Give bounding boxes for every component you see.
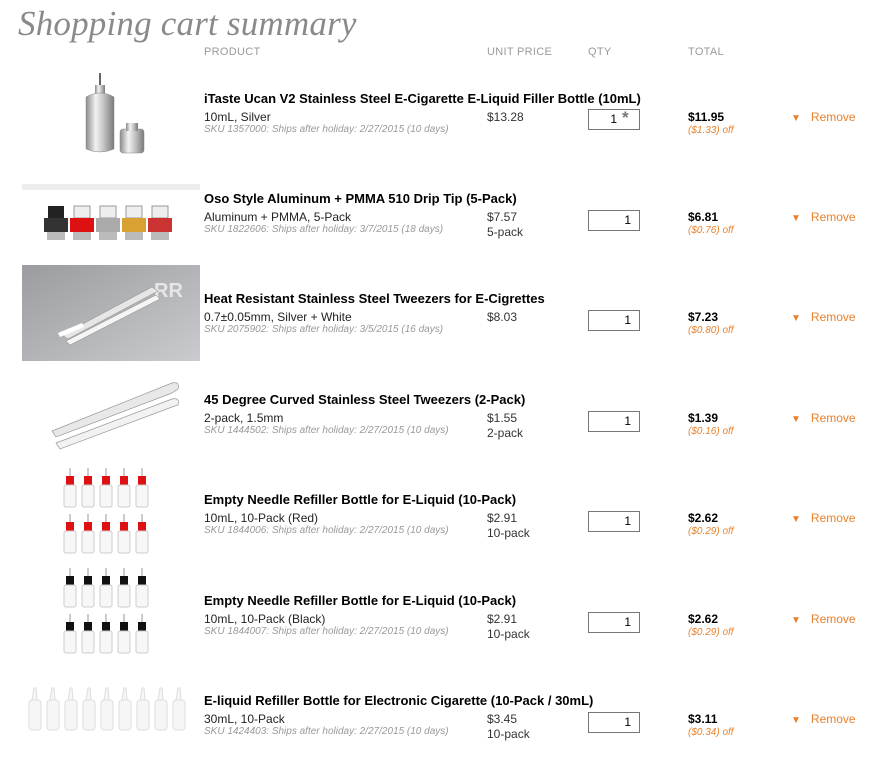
cart-item-row: iTaste Ucan V2 Stainless Steel E-Cigaret… [0, 64, 875, 164]
product-title[interactable]: Empty Needle Refiller Bottle for E-Liqui… [204, 593, 516, 608]
remove-button[interactable]: ▼ Remove [791, 511, 856, 525]
product-variant: 10mL, Silver [204, 110, 271, 124]
product-title[interactable]: Empty Needle Refiller Bottle for E-Liqui… [204, 492, 516, 507]
remove-button[interactable]: ▼ Remove [791, 310, 856, 324]
product-title[interactable]: Heat Resistant Stainless Steel Tweezers … [204, 291, 545, 306]
pack-size: 10-pack [487, 727, 530, 741]
quantity-input[interactable]: 1 [588, 310, 640, 331]
unit-price: $1.55 [487, 411, 518, 425]
unit-price: $2.91 [487, 511, 518, 525]
discount-amount: ($0.29) off [688, 526, 734, 537]
product-sku: SKU 1844006: Ships after holiday: 2/27/2… [204, 525, 449, 536]
product-image[interactable] [22, 686, 200, 758]
remove-button[interactable]: ▼ Remove [791, 712, 856, 726]
column-header-unit-price: UNIT PRICE [487, 46, 553, 58]
product-image[interactable] [22, 566, 200, 662]
product-image[interactable] [22, 369, 200, 465]
triangle-down-icon: ▼ [791, 113, 801, 124]
line-total: $2.62 [688, 511, 719, 525]
product-image[interactable] [22, 466, 200, 562]
remove-label: Remove [810, 310, 856, 324]
remove-label: Remove [810, 110, 856, 124]
pack-size: 2-pack [487, 426, 524, 440]
remove-label: Remove [810, 411, 856, 425]
remove-label: Remove [810, 612, 856, 626]
product-sku: SKU 1844007: Ships after holiday: 2/27/2… [204, 626, 449, 637]
product-image[interactable] [22, 168, 200, 264]
triangle-down-icon: ▼ [791, 414, 801, 425]
triangle-down-icon: ▼ [791, 313, 801, 324]
unit-price: $2.91 [487, 612, 518, 626]
asterisk-icon: * [622, 108, 629, 127]
triangle-down-icon: ▼ [791, 715, 801, 726]
discount-amount: ($0.76) off [688, 225, 734, 236]
unit-price: $13.28 [487, 110, 524, 124]
product-sku: SKU 1424403: Ships after holiday: 2/27/2… [204, 726, 449, 737]
page-title: Shopping cart summary [18, 4, 357, 43]
line-total: $2.62 [688, 612, 719, 626]
line-total: $7.23 [688, 310, 719, 324]
product-sku: SKU 1444502: Ships after holiday: 2/27/2… [204, 425, 449, 436]
unit-price: $3.45 [487, 712, 518, 726]
remove-button[interactable]: ▼ Remove [791, 210, 856, 224]
product-variant: 30mL, 10-Pack [204, 712, 285, 726]
cart-item-row: RR Heat Resistant Stainless Steel Tweeze… [0, 265, 875, 365]
product-sku: SKU 1822606: Ships after holiday: 3/7/20… [204, 224, 444, 235]
triangle-down-icon: ▼ [791, 615, 801, 626]
product-sku: SKU 2075902: Ships after holiday: 3/5/20… [204, 324, 444, 335]
product-sku: SKU 1357000: Ships after holiday: 2/27/2… [204, 124, 449, 135]
quantity-input[interactable]: 1 [588, 109, 640, 130]
column-header-product: PRODUCT [204, 46, 261, 58]
cart-item-row: Empty Needle Refiller Bottle for E-Liqui… [0, 566, 875, 666]
unit-price: $8.03 [487, 310, 518, 324]
remove-label: Remove [810, 712, 856, 726]
discount-amount: ($0.34) off [688, 727, 734, 738]
remove-label: Remove [810, 511, 856, 525]
product-variant: 10mL, 10-Pack (Black) [204, 612, 326, 626]
quantity-input[interactable]: 1 [588, 612, 640, 633]
product-variant: 2-pack, 1.5mm [204, 411, 284, 425]
column-header-total: TOTAL [688, 46, 724, 58]
remove-button[interactable]: ▼ Remove [791, 612, 856, 626]
cart-item-row: E-liquid Refiller Bottle for Electronic … [0, 666, 875, 758]
product-variant: 10mL, 10-Pack (Red) [204, 511, 319, 525]
product-image[interactable]: RR [22, 265, 200, 361]
pack-size: 5-pack [487, 225, 524, 239]
product-variant: Aluminum + PMMA, 5-Pack [204, 210, 352, 224]
product-title[interactable]: E-liquid Refiller Bottle for Electronic … [204, 693, 593, 708]
cart-item-row: Empty Needle Refiller Bottle for E-Liqui… [0, 466, 875, 566]
product-title[interactable]: iTaste Ucan V2 Stainless Steel E-Cigaret… [204, 91, 641, 106]
discount-amount: ($1.33) off [688, 125, 734, 136]
line-total: $3.11 [688, 712, 718, 726]
cart-item-row: 45 Degree Curved Stainless Steel Tweezer… [0, 366, 875, 466]
quantity-input[interactable]: 1 [588, 210, 640, 231]
product-title[interactable]: Oso Style Aluminum + PMMA 510 Drip Tip (… [204, 191, 517, 206]
unit-price: $7.57 [487, 210, 518, 224]
cart-item-row: Oso Style Aluminum + PMMA 510 Drip Tip (… [0, 165, 875, 265]
discount-amount: ($0.29) off [688, 627, 734, 638]
discount-amount: ($0.80) off [688, 325, 734, 336]
remove-button[interactable]: ▼ Remove [791, 110, 856, 124]
product-image[interactable] [22, 67, 200, 163]
product-title[interactable]: 45 Degree Curved Stainless Steel Tweezer… [204, 392, 525, 407]
column-header-qty: QTY [588, 46, 612, 58]
pack-size: 10-pack [487, 526, 530, 540]
line-total: $6.81 [688, 210, 719, 224]
discount-amount: ($0.16) off [688, 426, 734, 437]
remove-button[interactable]: ▼ Remove [791, 411, 856, 425]
pack-size: 10-pack [487, 627, 530, 641]
triangle-down-icon: ▼ [791, 514, 801, 525]
triangle-down-icon: ▼ [791, 213, 801, 224]
line-total: $1.39 [688, 411, 719, 425]
remove-label: Remove [810, 210, 856, 224]
product-variant: 0.7±0.05mm, Silver + White [204, 310, 352, 324]
quantity-input[interactable]: 1 [588, 411, 640, 432]
quantity-input[interactable]: 1 [588, 511, 640, 532]
quantity-input[interactable]: 1 [588, 712, 640, 733]
line-total: $11.95 [688, 110, 725, 124]
